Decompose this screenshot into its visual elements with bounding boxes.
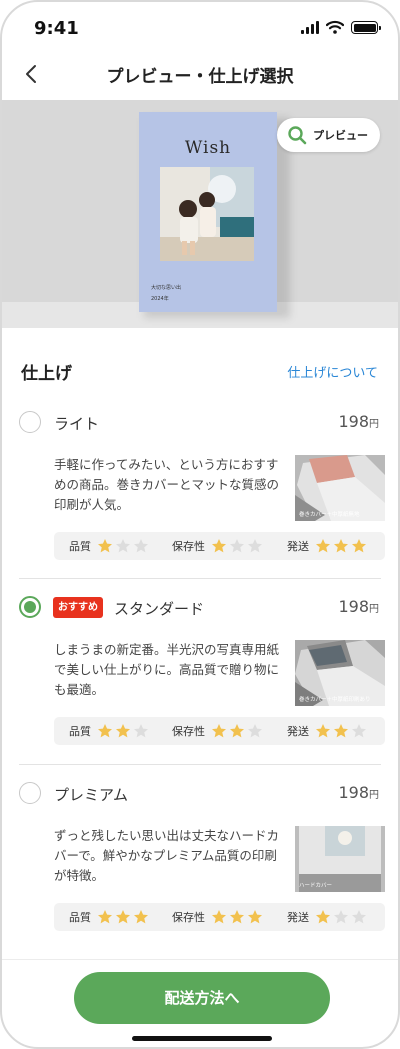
stars — [315, 909, 367, 925]
nav-bar: プレビュー・仕上げ選択 — [2, 54, 398, 100]
option-thumbnail: ハードカバー — [295, 826, 385, 892]
ratings-bar: 品質 保存性 発送 — [54, 903, 385, 931]
signal-icon — [301, 20, 319, 34]
radio-premium[interactable] — [19, 782, 41, 804]
option-name: プレミアム — [54, 786, 128, 804]
star-icon — [230, 910, 244, 924]
stars — [97, 538, 149, 554]
book-subtitle: 大切な思い出 — [151, 285, 182, 291]
book-title: Wish — [184, 138, 232, 158]
stars — [97, 909, 149, 925]
status-icons — [301, 20, 381, 34]
star-icon — [98, 724, 112, 738]
star-icon — [316, 910, 330, 924]
star-icon — [116, 724, 130, 738]
star-icon — [334, 910, 348, 924]
star-icon — [134, 539, 148, 553]
star-icon — [98, 539, 112, 553]
option-description: 手軽に作ってみたい、という方におすすめの商品。巻きカバーとマットな質感の印刷が人… — [54, 457, 280, 512]
star-icon — [352, 539, 366, 553]
rating-durability: 保存性 — [172, 532, 263, 560]
rating-durability: 保存性 — [172, 903, 263, 931]
phone-frame: 9:41 プレビュー・仕上げ選択 Wish 大切な思い出 2024年 プレビュー… — [0, 0, 400, 1049]
battery-icon — [351, 21, 381, 34]
option-thumbnail: 巻きカバー＋中厚紙無地 — [295, 455, 385, 521]
search-icon — [288, 126, 307, 145]
star-icon — [352, 724, 366, 738]
preview-button[interactable]: プレビュー — [277, 118, 380, 152]
finish-info-link[interactable]: 仕上げについて — [287, 362, 378, 381]
stars — [315, 538, 367, 554]
page-title: プレビュー・仕上げ選択 — [106, 67, 294, 87]
rating-durability: 保存性 — [172, 717, 263, 745]
stars — [211, 909, 263, 925]
star-icon — [134, 724, 148, 738]
divider — [19, 764, 381, 765]
preview-button-label: プレビュー — [313, 129, 368, 142]
rating-quality: 品質 — [69, 532, 149, 560]
star-icon — [212, 539, 226, 553]
cover-photo — [160, 167, 254, 261]
option-thumbnail: 巻きカバー＋中厚紙印刷あり — [295, 640, 385, 706]
stars — [97, 723, 149, 739]
star-icon — [352, 910, 366, 924]
stars — [315, 723, 367, 739]
rating-shipping: 発送 — [287, 903, 367, 931]
thumb-caption: 巻きカバー＋中厚紙印刷あり — [299, 697, 371, 703]
star-icon — [116, 910, 130, 924]
star-icon — [212, 910, 226, 924]
star-icon — [230, 724, 244, 738]
radio-light[interactable] — [19, 411, 41, 433]
star-icon — [316, 724, 330, 738]
proceed-to-shipping-button[interactable]: 配送方法へ — [74, 972, 330, 1024]
star-icon — [116, 539, 130, 553]
home-indicator — [132, 1036, 272, 1041]
star-icon — [316, 539, 330, 553]
option-price: 198円 — [338, 412, 379, 431]
star-icon — [212, 724, 226, 738]
book-cover: Wish 大切な思い出 2024年 — [139, 112, 277, 312]
option-name: スタンダード — [114, 600, 205, 618]
option-price: 198円 — [338, 783, 379, 802]
book-subtitle-2: 2024年 — [151, 296, 169, 302]
wifi-icon — [326, 20, 344, 34]
option-name: ライト — [54, 415, 100, 433]
option-description: しまうまの新定番。半光沢の写真専用紙で美しい仕上がりに。高品質で贈り物にも最適。 — [54, 642, 280, 697]
finish-section-title: 仕上げ — [21, 364, 72, 384]
star-icon — [248, 910, 262, 924]
star-icon — [230, 539, 244, 553]
radio-standard[interactable] — [19, 596, 41, 618]
rating-shipping: 発送 — [287, 532, 367, 560]
rating-quality: 品質 — [69, 717, 149, 745]
star-icon — [334, 539, 348, 553]
stars — [211, 723, 263, 739]
recommended-badge: おすすめ — [53, 597, 103, 618]
rating-quality: 品質 — [69, 903, 149, 931]
option-price: 198円 — [338, 597, 379, 616]
stars — [211, 538, 263, 554]
thumb-caption: 巻きカバー＋中厚紙無地 — [299, 512, 360, 518]
footer-divider — [2, 959, 398, 960]
thumb-caption: ハードカバー — [299, 883, 333, 889]
star-icon — [248, 539, 262, 553]
rating-shipping: 発送 — [287, 717, 367, 745]
status-bar: 9:41 — [2, 2, 398, 54]
option-description: ずっと残したい思い出は丈夫なハードカバーで。鮮やかなプレミアム品質の印刷が特徴。 — [54, 828, 280, 883]
divider — [19, 578, 381, 579]
star-icon — [334, 724, 348, 738]
ratings-bar: 品質 保存性 発送 — [54, 717, 385, 745]
ratings-bar: 品質 保存性 発送 — [54, 532, 385, 560]
status-time: 9:41 — [34, 18, 79, 39]
star-icon — [98, 910, 112, 924]
star-icon — [134, 910, 148, 924]
star-icon — [248, 724, 262, 738]
